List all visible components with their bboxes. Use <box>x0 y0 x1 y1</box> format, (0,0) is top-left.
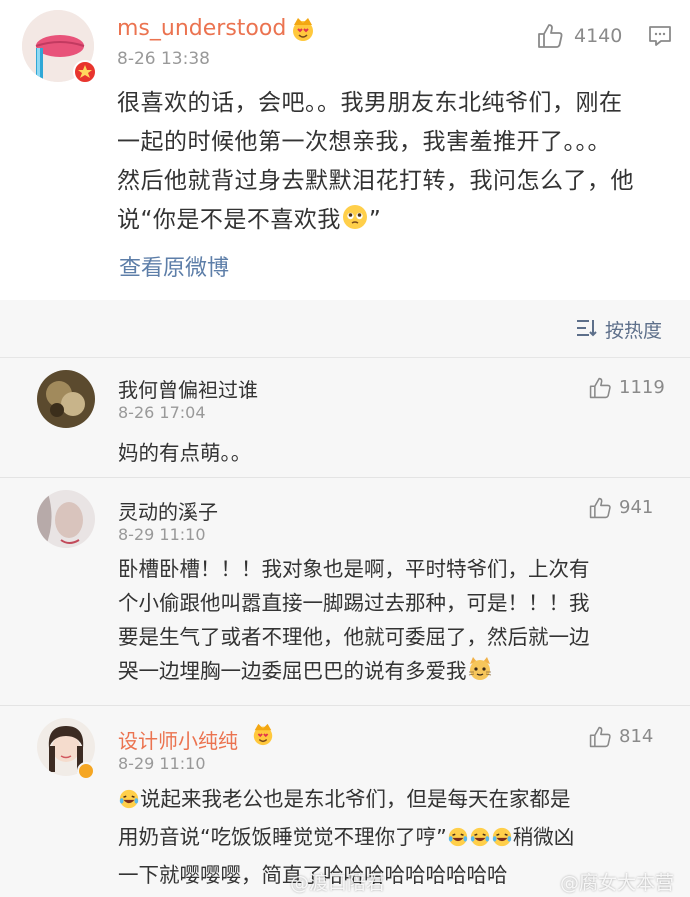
post-body-line: 一起的时候他第一次想亲我，我害羞推开了。。。 <box>117 129 611 155</box>
post-body: 很喜欢的话，会吧。。我男朋友东北纯爷们，刚在 一起的时候他第一次想亲我，我害羞推… <box>117 84 677 244</box>
comment-item: 灵动的溪子 8-29 11:10 941 卧槽卧槽！！！我对象也是啊，平时特爷们… <box>0 478 690 706</box>
post-body-close-quote: ” <box>368 207 382 233</box>
thumbs-up-icon[interactable] <box>536 22 564 54</box>
comment-line: 说起来我老公也是东北爷们，但是每天在家都是 <box>118 782 678 820</box>
pleading-face-icon <box>341 203 369 244</box>
post-username[interactable]: ms_understood <box>117 16 286 41</box>
comment-body: 妈的有点萌。。 <box>118 436 678 470</box>
post-body-text: 说“你是不是不喜欢我 <box>117 207 341 233</box>
comment-line-last: 哭一边埋胸一边委屈巴巴的说有多爱我 <box>118 654 678 692</box>
watermark: @腐女大本营 <box>560 872 675 894</box>
laughing-crying-icon <box>491 824 513 858</box>
vip-badge-icon <box>77 762 95 780</box>
thumbs-up-icon[interactable] <box>588 725 612 753</box>
comment-like-count: 814 <box>619 726 654 747</box>
comment-time: 8-29 11:10 <box>118 754 206 773</box>
view-original-link[interactable]: 查看原微博 <box>119 250 229 282</box>
sort-by-hot-button[interactable]: 按热度 <box>605 316 662 343</box>
comment-line-text: 用奶音说“吃饭饭睡觉觉不理你了哼” <box>118 825 447 849</box>
laughing-crying-icon <box>447 824 469 858</box>
comment-line-text: 哭一边埋胸一边委屈巴巴的说有多爱我 <box>118 659 467 683</box>
vip-badge-icon <box>73 60 97 84</box>
comment-line-text: 稍微凶 <box>512 825 575 849</box>
avatar[interactable] <box>37 490 95 548</box>
comment-username[interactable]: 灵动的溪子 <box>118 496 218 525</box>
original-post: ms_understood 8-26 13:38 4140 很喜欢的话，会吧。。… <box>0 0 690 300</box>
comment-body: 卧槽卧槽！！！我对象也是啊，平时特爷们，上次有 个小偷跟他叫嚣直接一脚踢过去那种… <box>118 552 678 692</box>
comment-icon[interactable] <box>648 24 672 52</box>
comment-line: 要是生气了或者不理他，他就可委屈了，然后就一边 <box>118 625 590 649</box>
comment-item: 我何曾偏袒过谁 8-26 17:04 1119 妈的有点萌。。 <box>0 358 690 478</box>
post-body-line-last: 说“你是不是不喜欢我 ” <box>117 201 677 244</box>
comment-sort-bar: 按热度 <box>0 300 690 358</box>
comment-username[interactable]: 我何曾偏袒过谁 <box>118 374 258 403</box>
post-time: 8-26 13:38 <box>117 49 210 69</box>
avatar[interactable] <box>37 370 95 428</box>
cat-face-icon <box>467 656 493 692</box>
post-like-count: 4140 <box>574 25 623 47</box>
comment-line-text: 说起来我老公也是东北爷们，但是每天在家都是 <box>140 787 571 811</box>
laughing-crying-icon <box>118 786 140 820</box>
comment-line: 个小偷跟他叫嚣直接一脚踢过去那种，可是！！！我 <box>118 591 590 615</box>
comment-like-count: 1119 <box>619 377 665 398</box>
comment-like-count: 941 <box>619 497 654 518</box>
sort-icon[interactable] <box>575 317 599 343</box>
crown-emoji-icon <box>290 16 316 46</box>
comment-line: 妈的有点萌。。 <box>118 441 252 465</box>
crown-emoji-icon <box>251 722 275 750</box>
comment-line: 用奶音说“吃饭饭睡觉觉不理你了哼” 稍微凶 <box>118 820 678 858</box>
comment-time: 8-29 11:10 <box>118 525 206 544</box>
comment-line: 卧槽卧槽！！！我对象也是啊，平时特爷们，上次有 <box>118 557 590 581</box>
post-body-line: 然后他就背过身去默默泪花打转，我问怎么了，他 <box>117 168 634 194</box>
comment-time: 8-26 17:04 <box>118 403 206 422</box>
thumbs-up-icon[interactable] <box>588 376 612 404</box>
comment-username[interactable]: 设计师小纯纯 <box>118 725 238 754</box>
laughing-crying-icon <box>469 824 491 858</box>
watermark: @渡口陪君 <box>290 872 386 894</box>
thumbs-up-icon[interactable] <box>588 496 612 524</box>
post-body-line: 很喜欢的话，会吧。。我男朋友东北纯爷们，刚在 <box>117 90 623 116</box>
